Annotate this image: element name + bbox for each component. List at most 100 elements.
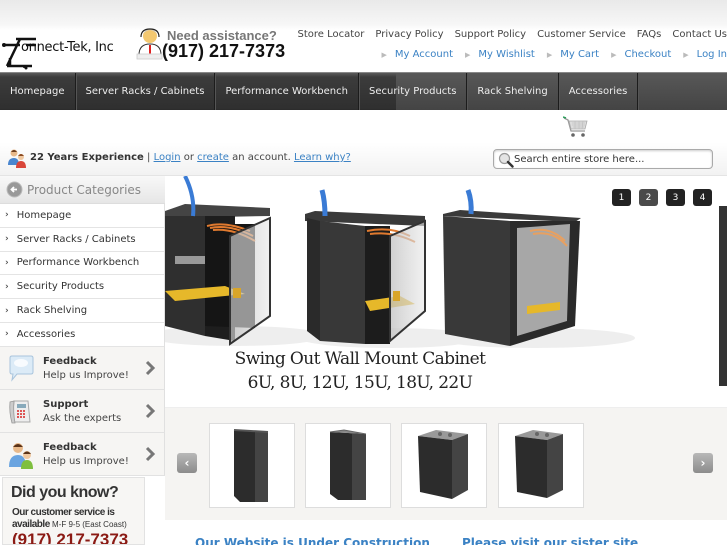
cabinet-thumb-image (233, 429, 269, 502)
product-carousel: ‹ › (165, 408, 727, 520)
under-construction-text: Our Website is Under Construction (195, 536, 430, 545)
category-label: Rack Shelving (16, 305, 88, 317)
hours-text: M-F 9-5 (East Coast) (52, 520, 127, 529)
slider-page-2[interactable]: 2 (639, 189, 658, 206)
faqs-link[interactable]: FAQs (637, 29, 662, 40)
triangle-right-icon: ▶ (546, 50, 553, 59)
category-homepage[interactable]: › Homepage (0, 204, 164, 228)
triangle-right-icon: ▶ (381, 50, 387, 59)
my-account-link[interactable]: ▶ My Account (382, 49, 454, 60)
nav-rack-shelving[interactable]: Rack Shelving (467, 73, 559, 110)
promo-title: Support (43, 398, 89, 410)
checkout-link[interactable]: ▶ Checkout (611, 49, 671, 60)
cabinet-2 (305, 189, 426, 344)
main-nav: Homepage Server Racks / Cabinets Perform… (0, 72, 727, 110)
feedback-promo-2[interactable]: Feedback Help us Improve! (0, 432, 165, 476)
nav-performance-workbench[interactable]: Performance Workbench (215, 73, 359, 110)
hero-slider[interactable]: Swing Out Wall Mount Cabinet 6U, 8U, 12U… (165, 176, 727, 408)
people-icon (8, 149, 26, 168)
promo-title: Feedback (43, 441, 97, 453)
log-in-link[interactable]: ▶ Log In (683, 49, 727, 60)
available-text: available (12, 519, 50, 530)
search-input[interactable] (514, 151, 704, 167)
my-wishlist-label: My Wishlist (478, 49, 535, 60)
category-label: Security Products (16, 281, 105, 293)
slider-page-4[interactable]: 4 (693, 189, 712, 206)
customer-service-link[interactable]: Customer Service (537, 29, 626, 40)
support-agent-icon (136, 28, 163, 60)
my-cart-link[interactable]: ▶ My Cart (547, 49, 599, 60)
carousel-prev-button[interactable]: ‹ (177, 453, 197, 473)
slider-page-1[interactable]: 1 (612, 189, 631, 206)
chevron-right-icon (145, 446, 156, 461)
my-account-label: My Account (394, 49, 454, 60)
category-label: Server Racks / Cabinets (16, 233, 136, 245)
cabinet-thumb-image (515, 430, 563, 498)
nav-server-racks[interactable]: Server Racks / Cabinets (76, 73, 216, 110)
slider-page-3[interactable]: 3 (666, 189, 685, 206)
chevron-right-icon: › (5, 329, 9, 340)
category-label: Accessories (16, 328, 76, 340)
slider-pager: 1 2 3 4 (612, 189, 720, 206)
support-policy-link[interactable]: Support Policy (455, 29, 526, 40)
chevron-right-icon: › (5, 257, 9, 268)
category-server-racks[interactable]: › Server Racks / Cabinets (0, 227, 164, 252)
did-you-know-banner[interactable]: Did you know? Our customer service is av… (2, 477, 145, 545)
separator: | (147, 152, 151, 163)
chevron-right-icon: › (5, 234, 9, 245)
my-cart-label: My Cart (560, 49, 600, 60)
product-categories-header: Product Categories (0, 176, 165, 204)
store-locator-link[interactable]: Store Locator (298, 29, 365, 40)
triangle-right-icon: ▶ (465, 50, 471, 59)
did-you-know-heading: Did you know? (11, 484, 119, 501)
slide-title: Swing Out Wall Mount Cabinet (234, 349, 486, 369)
cabinet-3 (443, 189, 581, 346)
cart-icon[interactable] (563, 116, 589, 138)
contact-us-link[interactable]: Contact Us (672, 29, 727, 40)
create-account-link[interactable]: create (197, 152, 229, 163)
checkout-label: Checkout (624, 49, 672, 60)
cabinet-1 (165, 176, 271, 346)
carousel-thumb-3[interactable] (401, 423, 487, 508)
login-link[interactable]: Login (154, 152, 181, 163)
logo-text: onnect-Tek, Inc (21, 40, 114, 55)
chevron-right-icon (145, 403, 156, 418)
category-label: Performance Workbench (16, 257, 140, 269)
promo-title: Feedback (43, 355, 97, 367)
category-accessories[interactable]: › Accessories (0, 322, 164, 347)
category-label: Homepage (16, 209, 72, 221)
category-security-products[interactable]: › Security Products (0, 275, 164, 300)
sister-site-link[interactable]: Please visit our sister site (462, 536, 638, 545)
category-list: › Homepage › Server Racks / Cabinets › Perf… (0, 204, 165, 347)
search-icon (498, 152, 514, 168)
privacy-policy-link[interactable]: Privacy Policy (375, 29, 443, 40)
chevron-right-icon (145, 360, 156, 375)
did-you-know-phone: (917) 217-7373 (12, 530, 129, 545)
chevron-right-icon: › (5, 210, 9, 221)
carousel-thumb-1[interactable] (209, 423, 295, 508)
telephone-icon (9, 400, 31, 424)
carousel-thumb-2[interactable] (305, 423, 391, 508)
promo-subtitle: Help us Improve! (43, 455, 129, 467)
assistance-phone: (917) 217-7373 (162, 41, 286, 61)
support-promo[interactable]: Support Ask the experts (0, 389, 165, 433)
nav-accessories[interactable]: Accessories (559, 73, 639, 110)
carousel-next-button[interactable]: › (693, 453, 713, 473)
nav-security-products[interactable]: Security Products (359, 73, 468, 110)
learn-why-link[interactable]: Learn why? (294, 152, 351, 163)
cabinet-thumb-image (329, 429, 367, 500)
triangle-right-icon: ▶ (611, 50, 617, 59)
did-you-know-line1: Our customer service is (12, 507, 115, 518)
feedback-promo[interactable]: Feedback Help us Improve! (0, 346, 165, 390)
promo-subtitle: Help us Improve! (43, 369, 129, 381)
chevron-right-icon: › (5, 305, 9, 316)
did-you-know-line2: available M-F 9-5 (East Coast) (12, 519, 127, 530)
nav-homepage[interactable]: Homepage (0, 73, 76, 110)
category-performance-workbench[interactable]: › Performance Workbench (0, 251, 164, 276)
category-rack-shelving[interactable]: › Rack Shelving (0, 299, 164, 323)
my-wishlist-link[interactable]: ▶ My Wishlist (465, 49, 535, 60)
account-links: ▶ My Account ▶ My Wishlist ▶ My Cart ▶ Check… (370, 49, 727, 60)
sidebar: Product Categories › Homepage › Server Rac… (0, 176, 165, 476)
speech-bubble-icon (9, 355, 34, 382)
carousel-thumb-4[interactable] (498, 423, 584, 508)
